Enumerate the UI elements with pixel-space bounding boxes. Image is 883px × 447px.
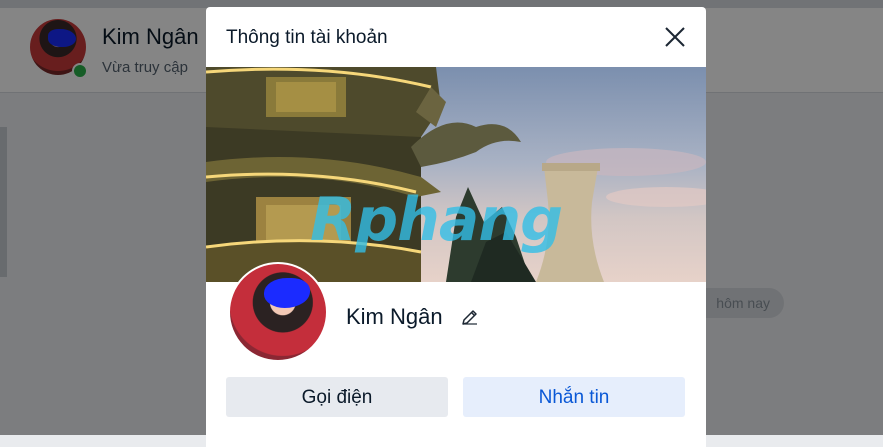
avatar-redaction xyxy=(264,278,310,308)
cover-watermark: Rphang xyxy=(310,185,563,255)
profile-name: Kim Ngân xyxy=(346,304,443,329)
call-button[interactable]: Gọi điện xyxy=(226,377,448,417)
message-button[interactable]: Nhắn tin xyxy=(463,377,685,417)
close-icon[interactable] xyxy=(662,24,688,50)
pencil-icon[interactable] xyxy=(460,307,480,327)
profile-avatar[interactable] xyxy=(228,262,328,362)
modal-title: Thông tin tài khoản xyxy=(226,27,388,48)
account-info-modal: Thông tin tài khoản Rphang Kim Ngân Gọi … xyxy=(206,7,706,447)
cover-photo[interactable]: Rphang xyxy=(206,67,706,282)
modal-header: Thông tin tài khoản xyxy=(206,7,706,67)
